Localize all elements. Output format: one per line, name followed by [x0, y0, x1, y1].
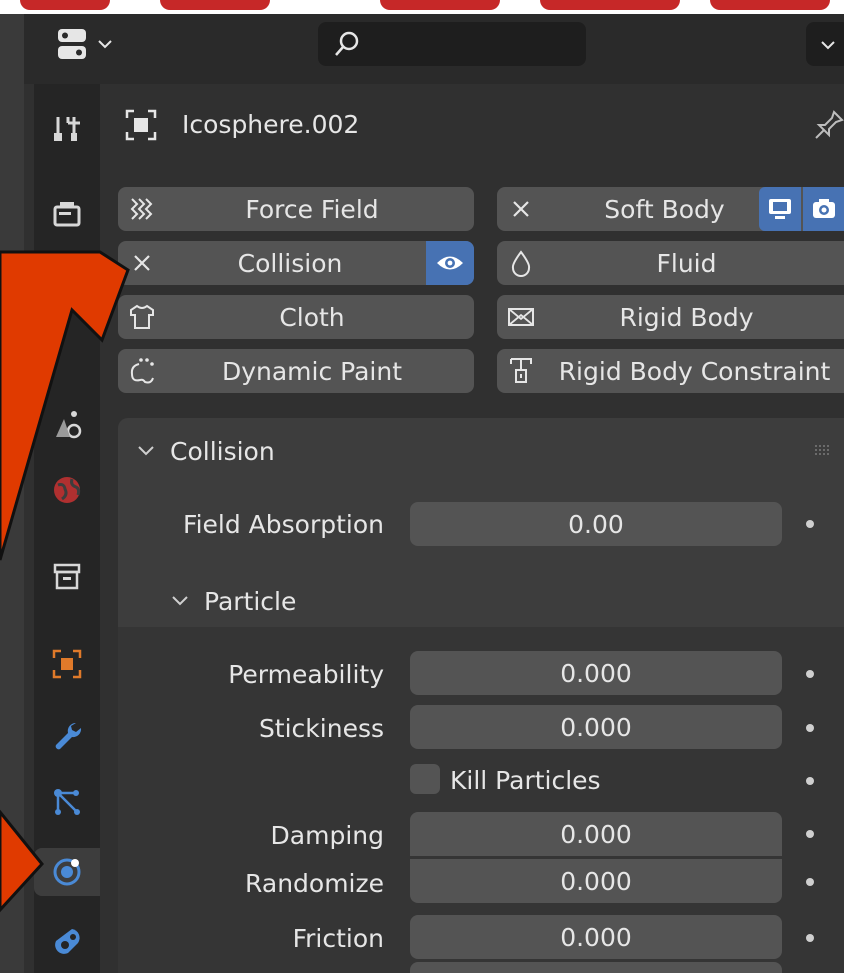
collection-icon — [53, 563, 81, 590]
pin-icon[interactable] — [812, 108, 844, 142]
rigid-body-button[interactable]: Rigid Body — [497, 295, 844, 339]
stickiness-input[interactable]: 0.000 — [410, 705, 782, 749]
monitor-icon — [769, 199, 791, 219]
force-field-button[interactable]: Force Field — [118, 187, 474, 231]
friction-label: Friction — [292, 924, 384, 953]
keyframe-dot[interactable] — [806, 777, 814, 785]
tab-constraints[interactable] — [34, 916, 100, 964]
keyframe-dot[interactable] — [806, 724, 814, 732]
particles-icon — [54, 789, 80, 815]
kill-particles-label: Kill Particles — [450, 766, 601, 795]
tool-icon — [54, 117, 80, 141]
rigid-body-constraint-button[interactable]: Rigid Body Constraint — [497, 349, 844, 393]
constraints-icon — [55, 929, 80, 954]
tab-modifiers[interactable] — [34, 712, 100, 760]
tab-collection[interactable] — [34, 552, 100, 600]
show-in-render-toggle[interactable] — [803, 187, 844, 231]
friction-input[interactable]: 0.000 — [410, 915, 782, 959]
tab-tool[interactable] — [34, 104, 100, 152]
camera-icon — [812, 199, 835, 218]
object-properties-icon — [52, 649, 82, 679]
constraint-icon — [510, 358, 532, 383]
search-input[interactable] — [318, 22, 586, 66]
options-dropdown[interactable] — [806, 22, 844, 66]
collision-button[interactable]: Collision — [118, 241, 474, 285]
particle-subpanel-header[interactable]: Particle — [170, 584, 296, 618]
drag-handle-icon[interactable] — [814, 444, 836, 456]
damping-input[interactable]: 0.000 — [410, 812, 782, 856]
cloth-shirt-icon — [130, 304, 154, 329]
viewport-edge — [0, 14, 24, 973]
randomize-label: Randomize — [245, 869, 384, 898]
eye-icon — [437, 256, 463, 270]
fluid-button[interactable]: Fluid — [497, 241, 844, 285]
top-strip — [0, 0, 844, 14]
search-icon — [335, 31, 359, 56]
stickiness-label: Stickiness — [258, 714, 384, 743]
chevron-down-icon — [98, 40, 112, 49]
world-icon — [54, 477, 81, 503]
editor-type-button[interactable] — [52, 22, 130, 66]
next-field-input[interactable] — [410, 962, 782, 973]
chevron-down-icon — [172, 596, 188, 606]
editor-type-icon — [58, 29, 86, 59]
keyframe-dot[interactable] — [806, 670, 814, 678]
rigid-body-icon — [508, 308, 534, 326]
keyframe-dot[interactable] — [806, 878, 814, 886]
object-name: Icosphere.002 — [182, 110, 360, 139]
field-absorption-input[interactable]: 0.00 — [410, 502, 782, 546]
physics-icon — [53, 858, 81, 886]
render-icon — [53, 202, 81, 227]
close-icon[interactable] — [130, 251, 154, 275]
cloth-button[interactable]: Cloth — [118, 295, 474, 339]
permeability-label: Permeability — [228, 660, 384, 689]
dynamic-paint-button[interactable]: Dynamic Paint — [118, 349, 474, 393]
show-in-viewport-toggle[interactable] — [759, 187, 801, 231]
visibility-toggle[interactable] — [426, 241, 474, 285]
scene-icon — [56, 411, 82, 439]
keyframe-dot[interactable] — [806, 520, 814, 528]
tab-object[interactable] — [34, 640, 100, 688]
tab-physics[interactable] — [34, 848, 100, 896]
damping-label: Damping — [270, 821, 384, 850]
collision-panel-header[interactable]: Collision — [136, 434, 275, 468]
object-icon — [125, 109, 157, 141]
close-icon[interactable] — [509, 197, 533, 221]
keyframe-dot[interactable] — [806, 934, 814, 942]
tab-particles[interactable] — [34, 778, 100, 826]
soft-body-button[interactable]: Soft Body — [497, 187, 844, 231]
tab-render[interactable] — [34, 190, 100, 238]
tab-world[interactable] — [34, 466, 100, 514]
kill-particles-checkbox[interactable] — [410, 764, 440, 794]
chevron-down-icon — [821, 41, 835, 50]
keyframe-dot[interactable] — [806, 830, 814, 838]
wrench-icon — [55, 722, 82, 750]
chevron-down-icon — [138, 446, 154, 456]
permeability-input[interactable]: 0.000 — [410, 651, 782, 695]
fluid-drop-icon — [511, 250, 531, 277]
field-absorption-label: Field Absorption — [183, 510, 384, 539]
dynamic-paint-icon — [130, 358, 154, 384]
force-field-icon — [130, 198, 153, 220]
tab-scene[interactable] — [34, 400, 100, 448]
randomize-input[interactable]: 0.000 — [410, 859, 782, 903]
